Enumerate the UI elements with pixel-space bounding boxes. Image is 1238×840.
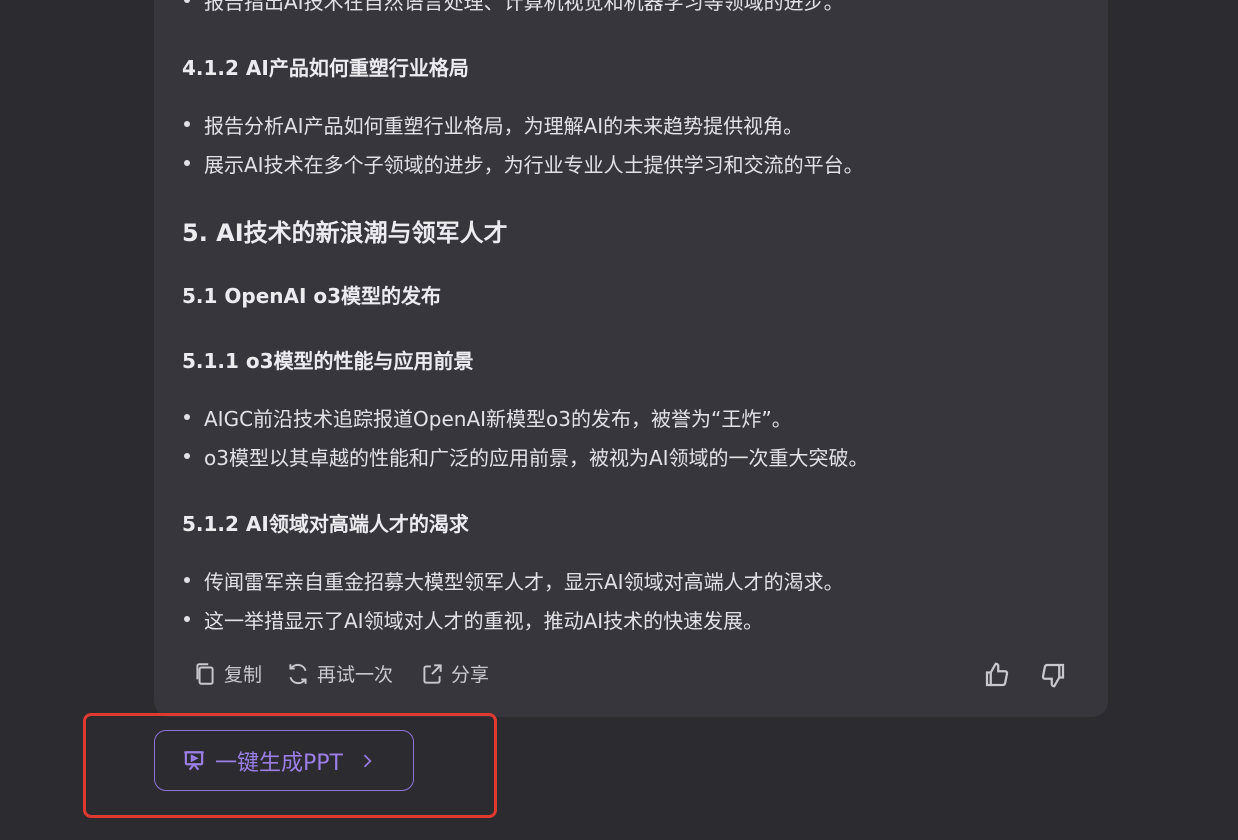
generate-ppt-button[interactable]: 一键生成PPT	[154, 730, 414, 791]
chevron-right-icon	[363, 754, 372, 767]
share-icon	[423, 663, 442, 684]
message-actions: 复制 再试一次 分享	[192, 660, 1070, 692]
thumbs-down-icon	[1041, 663, 1065, 688]
copy-button[interactable]: 复制	[192, 660, 262, 687]
list-item: 报告指出AI技术在自然语言处理、计算机视觉和机器学习等领域的进步。	[184, 0, 844, 15]
retry-button[interactable]: 再试一次	[285, 660, 393, 687]
share-button[interactable]: 分享	[419, 660, 489, 687]
heading-5-1-1: 5.1.1 o3模型的性能与应用前景	[182, 349, 474, 373]
generate-ppt-label: 一键生成PPT	[215, 750, 343, 776]
list-item: AIGC前沿技术追踪报道OpenAI新模型o3的发布，被誉为“王炸”。	[184, 403, 792, 432]
heading-5-1: 5.1 OpenAI o3模型的发布	[182, 284, 442, 308]
presentation-icon	[184, 750, 204, 770]
dislike-button[interactable]	[1038, 660, 1068, 694]
heading-5: 5. AI技术的新浪潮与领军人才	[182, 219, 508, 247]
refresh-icon	[289, 663, 307, 684]
list-item: 报告分析AI产品如何重塑行业格局，为理解AI的未来趋势提供视角。	[183, 110, 803, 139]
copy-label: 复制	[224, 664, 263, 686]
list-item: o3模型以其卓越的性能和广泛的应用前景，被视为AI领域的一次重大突破。	[184, 442, 869, 471]
thumbs-up-icon	[985, 662, 1009, 687]
list-item: 展示AI技术在多个子领域的进步，为行业专业人士提供学习和交流的平台。	[184, 149, 864, 178]
list-item: 这一举措显示了AI领域对人才的重视，推动AI技术的快速发展。	[183, 605, 763, 634]
share-label: 分享	[451, 664, 490, 686]
like-button[interactable]	[982, 660, 1012, 694]
copy-icon	[196, 662, 214, 685]
retry-label: 再试一次	[317, 664, 394, 686]
heading-5-1-2: 5.1.2 AI领域对高端人才的渴求	[182, 512, 469, 536]
assistant-message-card: 报告指出AI技术在自然语言处理、计算机视觉和机器学习等领域的进步。 4.1.2 …	[154, 0, 1108, 717]
list-item: 传闻雷军亲自重金招募大模型领军人才，显示AI领域对高端人才的渴求。	[184, 566, 844, 595]
heading-4-1-2: 4.1.2 AI产品如何重塑行业格局	[182, 56, 469, 80]
